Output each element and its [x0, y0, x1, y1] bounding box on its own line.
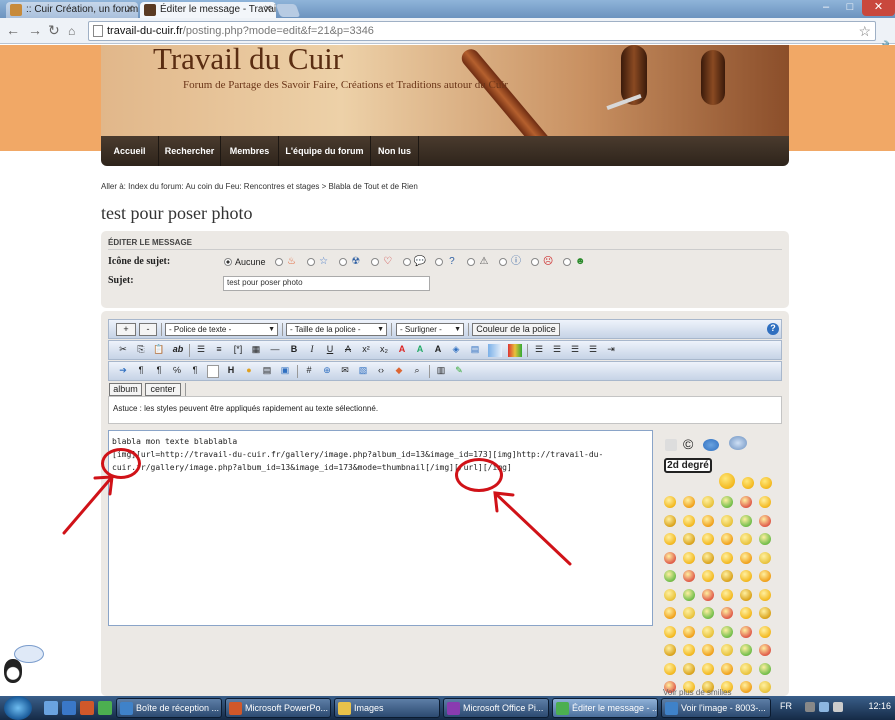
volume-icon[interactable]	[833, 702, 843, 712]
maximize-button[interactable]: □	[838, 0, 862, 16]
system-tray: FR 12:16	[775, 696, 895, 720]
switch-windows-icon[interactable]	[62, 701, 76, 715]
browser-tab-1[interactable]: :: Cuir Création, un forum ✕	[6, 2, 138, 18]
browser-icon	[665, 702, 678, 715]
forward-icon[interactable]: →	[28, 23, 42, 37]
mail-icon	[120, 702, 133, 715]
chrome-icon	[556, 702, 569, 715]
favicon-icon	[144, 4, 156, 16]
close-window-button[interactable]: ✕	[862, 0, 895, 16]
shoutbox-mascot[interactable]	[2, 645, 46, 685]
network-icon[interactable]	[819, 702, 829, 712]
start-button[interactable]	[4, 696, 32, 720]
language-indicator[interactable]: FR	[780, 701, 792, 711]
tab-label: :: Cuir Création, un forum	[26, 4, 138, 15]
browser-tab-bar: :: Cuir Création, un forum ✕ Éditer le m…	[0, 0, 895, 18]
taskbar-item[interactable]: Voir l'image - 8003-...	[661, 698, 771, 718]
clock[interactable]: 12:16	[868, 701, 891, 711]
taskbar-item[interactable]: Microsoft PowerPo...	[225, 698, 331, 718]
page-icon	[93, 25, 103, 37]
back-icon[interactable]: ←	[6, 23, 20, 37]
annotation-arrows	[62, 475, 572, 566]
home-icon[interactable]: ⌂	[68, 24, 75, 38]
web-page: Travail du Cuir Forum de Partage des Sav…	[0, 45, 895, 696]
reload-icon[interactable]: ↻	[48, 23, 60, 37]
address-bar[interactable]: travail-du-cuir.fr/posting.php?mode=edit…	[88, 21, 876, 41]
windows-taskbar: Boîte de réception ... Microsoft PowerPo…	[0, 696, 895, 720]
tab-label: Éditer le message - Travai	[160, 4, 276, 15]
annotation-arrow-right	[493, 491, 572, 566]
office-picture-icon	[447, 702, 460, 715]
tray-icon[interactable]	[805, 702, 815, 712]
folder-icon	[338, 702, 351, 715]
browser-toolbar: ← → ↻ ⌂ travail-du-cuir.fr/posting.php?m…	[0, 18, 895, 55]
show-desktop-icon[interactable]	[44, 701, 58, 715]
close-tab-icon[interactable]: ✕	[264, 2, 272, 17]
favicon-icon	[10, 4, 22, 16]
chrome-launch-icon[interactable]	[98, 701, 112, 715]
close-tab-icon[interactable]: ✕	[126, 2, 134, 17]
taskbar-item[interactable]: Images	[334, 698, 440, 718]
taskbar-item[interactable]: Boîte de réception ...	[116, 698, 222, 718]
minimize-button[interactable]: –	[814, 0, 838, 16]
bookmark-star-icon[interactable]: ☆	[858, 23, 871, 40]
penguin-icon	[4, 659, 22, 683]
url-text: travail-du-cuir.fr/posting.php?mode=edit…	[107, 25, 374, 37]
taskbar-item[interactable]: Éditer le message - ...	[552, 698, 658, 718]
powerpoint-launch-icon[interactable]	[80, 701, 94, 715]
annotation-arrow-left	[62, 475, 114, 535]
new-tab-button[interactable]	[275, 4, 301, 17]
powerpoint-icon	[229, 702, 242, 715]
taskbar-item[interactable]: Microsoft Office Pi...	[443, 698, 549, 718]
browser-tab-2[interactable]: Éditer le message - Travai ✕	[140, 2, 276, 18]
